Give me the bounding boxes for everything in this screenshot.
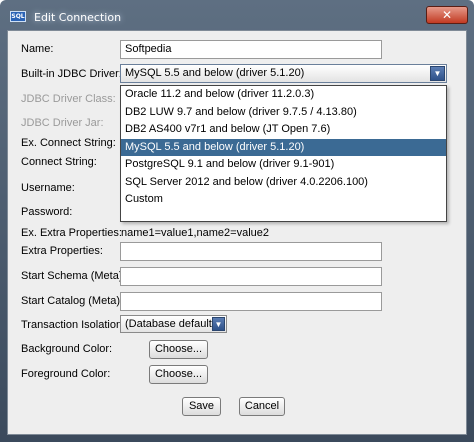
ex-connect-label: Ex. Connect String: — [21, 137, 116, 149]
close-button[interactable]: ✕ — [426, 6, 468, 24]
dropdown-option[interactable]: DB2 LUW 9.7 and below (driver 9.7.5 / 4.… — [121, 104, 446, 122]
catalog-label: Start Catalog (Meta): — [21, 295, 124, 307]
password-label: Password: — [21, 206, 73, 218]
driver-selected-value: MySQL 5.5 and below (driver 5.1.20) — [125, 67, 305, 79]
username-label: Username: — [21, 182, 75, 194]
driver-class-label: JDBC Driver Class: — [21, 93, 116, 105]
driver-label: Built-in JDBC Driver: — [21, 68, 122, 80]
app-icon: SQL — [10, 11, 26, 22]
isolation-selected-value: (Database default) — [125, 318, 216, 330]
isolation-select[interactable]: (Database default) ▼ — [120, 315, 227, 333]
title-bar[interactable]: SQL Edit Connection ✕ — [0, 0, 474, 30]
schema-label: Start Schema (Meta): — [21, 270, 126, 282]
choose-background-button[interactable]: Choose... — [149, 340, 208, 359]
cancel-button[interactable]: Cancel — [239, 397, 285, 416]
bg-color-label: Background Color: — [21, 343, 113, 355]
fg-color-label: Foreground Color: — [21, 368, 111, 380]
edit-connection-window: SQL Edit Connection ✕ Name: Softpedia Bu… — [0, 0, 474, 442]
start-catalog-field[interactable] — [120, 292, 382, 311]
ex-extra-value: name1=value1,name2=value2 — [121, 227, 270, 239]
chevron-down-icon[interactable]: ▼ — [430, 66, 445, 81]
dropdown-option-selected[interactable]: MySQL 5.5 and below (driver 5.1.20) — [121, 138, 446, 156]
dropdown-option[interactable]: Custom — [121, 191, 446, 209]
name-label: Name: — [21, 43, 54, 55]
save-button[interactable]: Save — [182, 397, 221, 416]
isolation-label: Transaction Isolation: — [21, 319, 126, 331]
dropdown-option[interactable]: Oracle 11.2 and below (driver 11.2.0.3) — [121, 86, 446, 104]
start-schema-field[interactable] — [120, 267, 382, 286]
dropdown-option[interactable]: PostgreSQL 9.1 and below (driver 9.1-901… — [121, 156, 446, 174]
dialog-content: Name: Softpedia Built-in JDBC Driver: My… — [7, 30, 467, 435]
driver-select[interactable]: MySQL 5.5 and below (driver 5.1.20) ▼ — [120, 64, 447, 83]
driver-jar-label: JDBC Driver Jar: — [21, 117, 104, 129]
chevron-down-icon[interactable]: ▼ — [212, 317, 225, 331]
name-field[interactable]: Softpedia — [120, 40, 382, 59]
extra-label: Extra Properties: — [21, 245, 103, 257]
driver-dropdown-list: Oracle 11.2 and below (driver 11.2.0.3) … — [120, 85, 447, 222]
dropdown-option[interactable]: SQL Server 2012 and below (driver 4.0.22… — [121, 174, 446, 192]
ex-extra-label: Ex. Extra Properties: — [21, 227, 122, 239]
extra-properties-field[interactable] — [120, 242, 382, 261]
choose-foreground-button[interactable]: Choose... — [149, 365, 208, 384]
connect-label: Connect String: — [21, 156, 97, 168]
dropdown-option[interactable]: DB2 AS400 v7r1 and below (JT Open 7.6) — [121, 121, 446, 139]
window-title: Edit Connection — [34, 11, 122, 24]
